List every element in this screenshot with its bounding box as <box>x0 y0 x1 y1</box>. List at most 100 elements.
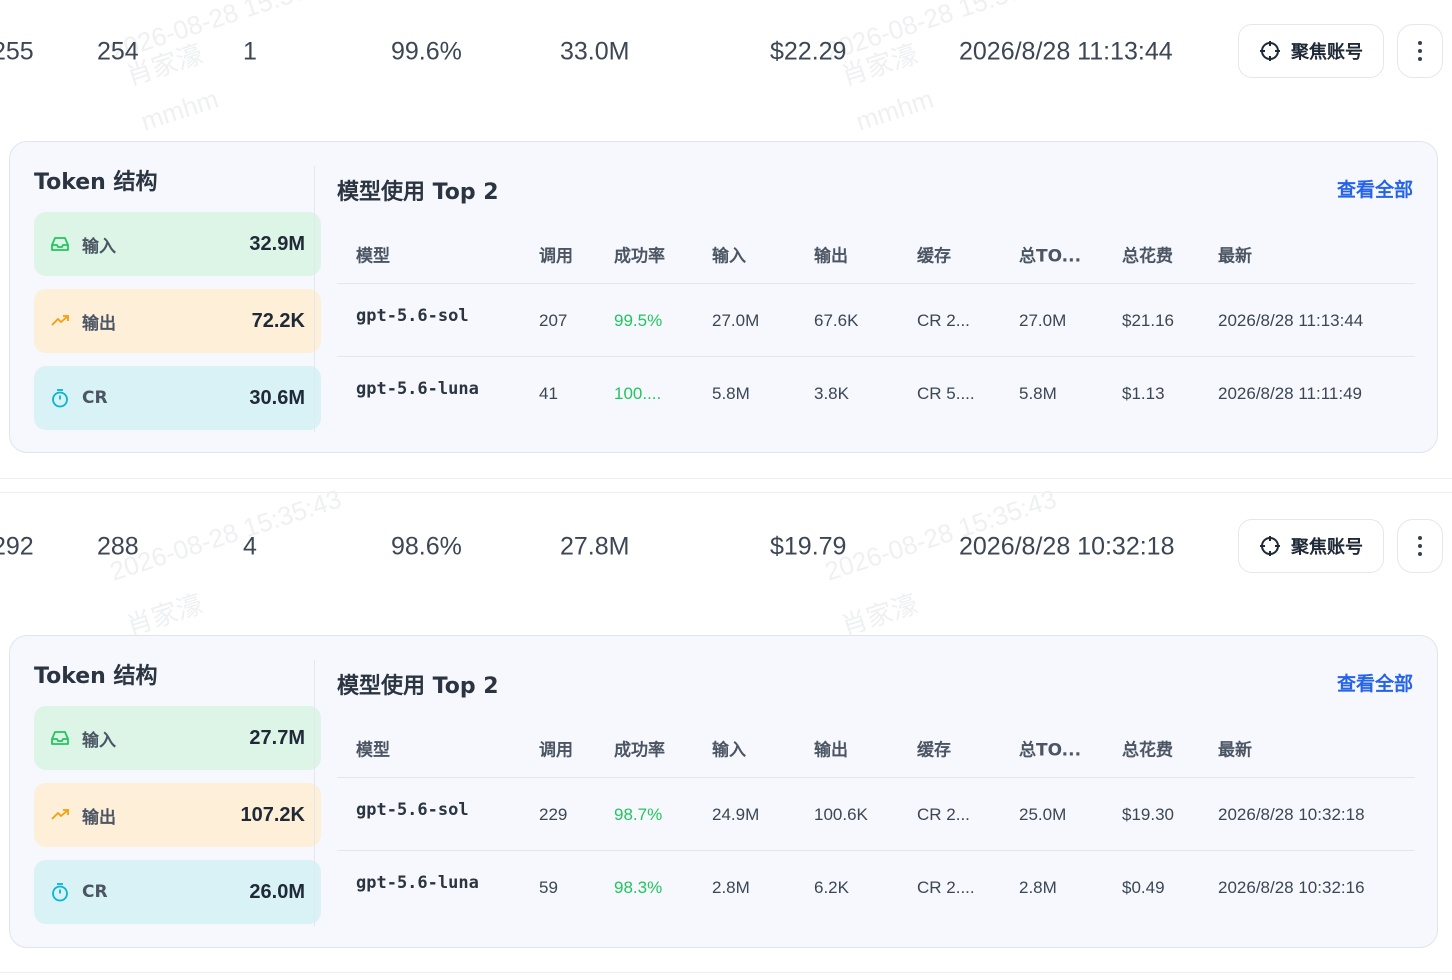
account-detail-panel: Token 结构 输入 32.9M 输出 72.2K CR 30.6M 模型使用… <box>9 141 1438 453</box>
focus-account-label: 聚焦账号 <box>1291 42 1363 63</box>
col-total-cost: 总花费 <box>1122 740 1173 760</box>
panel-divider <box>314 166 315 432</box>
view-all-link[interactable]: 查看全部 <box>1337 175 1413 202</box>
token-input-value: 32.9M <box>249 232 305 255</box>
model-name: gpt-5.6-luna <box>356 873 479 893</box>
col-success-rate: 成功率 <box>614 246 665 266</box>
model-name: gpt-5.6-sol <box>356 306 469 326</box>
model-success-rate: 99.5% <box>614 311 663 330</box>
model-calls: 207 <box>539 311 568 330</box>
failed-calls: 4 <box>243 532 257 561</box>
model-latest: 2026/8/28 10:32:16 <box>1218 878 1365 897</box>
timer-icon <box>50 388 70 408</box>
focus-account-button[interactable]: 聚焦账号 <box>1238 24 1384 78</box>
token-input-value: 27.7M <box>249 726 305 749</box>
col-cache: 缓存 <box>917 246 951 266</box>
model-top-title: 模型使用 Top 2 <box>337 674 499 699</box>
col-input: 输入 <box>712 246 746 266</box>
total-cost: $19.79 <box>770 532 847 561</box>
token-cr-label: CR <box>82 388 108 408</box>
row-divider <box>0 492 1452 493</box>
model-calls: 41 <box>539 384 558 403</box>
token-cr-card: CR 26.0M <box>34 860 321 924</box>
model-success-rate: 100.... <box>614 384 662 403</box>
more-vertical-icon <box>1418 41 1422 61</box>
model-cache: CR 2.... <box>917 878 975 897</box>
model-calls: 229 <box>539 805 568 824</box>
focus-account-label: 聚焦账号 <box>1291 537 1363 558</box>
timer-icon <box>50 882 70 902</box>
trending-up-icon <box>50 805 70 825</box>
col-total-tokens: 总TO... <box>1019 740 1082 760</box>
more-options-button[interactable] <box>1397 519 1443 573</box>
model-total-cost: $0.49 <box>1122 878 1165 897</box>
model-name: gpt-5.6-luna <box>356 379 479 399</box>
model-cache: CR 5.... <box>917 384 975 403</box>
view-all-link[interactable]: 查看全部 <box>1337 669 1413 696</box>
model-input: 5.8M <box>712 384 750 403</box>
col-input: 输入 <box>712 740 746 760</box>
account-summary-row[interactable]: 255 254 1 99.6% 33.0M $22.29 2026/8/28 1… <box>0 12 1452 92</box>
row-divider <box>0 972 1452 973</box>
col-latest: 最新 <box>1218 740 1252 760</box>
model-cache: CR 2... <box>917 805 970 824</box>
model-total-cost: $1.13 <box>1122 384 1165 403</box>
total-cost: $22.29 <box>770 37 847 66</box>
model-input: 2.8M <box>712 878 750 897</box>
model-latest: 2026/8/28 11:11:49 <box>1218 384 1363 403</box>
model-success-rate: 98.3% <box>614 878 663 897</box>
table-row[interactable]: gpt-5.6-sol 229 98.7% 24.9M 100.6K CR 2.… <box>337 778 1415 851</box>
col-latest: 最新 <box>1218 246 1252 266</box>
model-table-header: 模型 调用 成功率 输入 输出 缓存 总TO... 总花费 最新 <box>337 224 1415 284</box>
model-total-tokens: 2.8M <box>1019 878 1057 897</box>
table-row[interactable]: gpt-5.6-luna 41 100.... 5.8M 3.8K CR 5..… <box>337 357 1415 430</box>
col-model: 模型 <box>356 740 390 760</box>
row-divider <box>0 478 1452 479</box>
model-total-cost: $19.30 <box>1122 805 1174 824</box>
failed-calls: 1 <box>243 37 257 66</box>
account-detail-panel: Token 结构 输入 27.7M 输出 107.2K CR 26.0M 模型使… <box>9 635 1438 948</box>
table-row[interactable]: gpt-5.6-sol 207 99.5% 27.0M 67.6K CR 2..… <box>337 284 1415 357</box>
inbox-icon <box>50 728 70 748</box>
token-output-value: 72.2K <box>251 309 305 332</box>
success-calls: 288 <box>97 532 139 561</box>
more-options-button[interactable] <box>1397 24 1443 78</box>
focus-account-button[interactable]: 聚焦账号 <box>1238 519 1384 573</box>
model-input: 24.9M <box>712 805 760 824</box>
panel-divider <box>314 660 315 926</box>
model-output: 3.8K <box>814 384 849 403</box>
model-cache: CR 2... <box>917 311 970 330</box>
total-calls: 292 <box>0 532 34 561</box>
token-output-label: 输出 <box>82 807 116 828</box>
success-calls: 254 <box>97 37 139 66</box>
model-total-tokens: 5.8M <box>1019 384 1057 403</box>
token-input-card: 输入 32.9M <box>34 212 321 276</box>
table-row[interactable]: gpt-5.6-luna 59 98.3% 2.8M 6.2K CR 2....… <box>337 851 1415 924</box>
model-output: 67.6K <box>814 311 859 330</box>
token-cr-card: CR 30.6M <box>34 366 321 430</box>
model-output: 100.6K <box>814 805 868 824</box>
latest-time: 2026/8/28 11:13:44 <box>959 37 1173 66</box>
trending-up-icon <box>50 311 70 331</box>
token-structure-title: Token 结构 <box>34 170 158 195</box>
token-input-card: 输入 27.7M <box>34 706 321 770</box>
model-latest: 2026/8/28 10:32:18 <box>1218 805 1365 824</box>
token-cr-value: 30.6M <box>249 386 305 409</box>
token-output-card: 输出 72.2K <box>34 289 321 353</box>
total-tokens: 27.8M <box>560 532 630 561</box>
model-table-header: 模型 调用 成功率 输入 输出 缓存 总TO... 总花费 最新 <box>337 718 1415 778</box>
col-output: 输出 <box>814 740 848 760</box>
col-calls: 调用 <box>539 740 573 760</box>
total-tokens: 33.0M <box>560 37 630 66</box>
token-output-card: 输出 107.2K <box>34 783 321 847</box>
col-output: 输出 <box>814 246 848 266</box>
col-total-tokens: 总TO... <box>1019 246 1082 266</box>
token-cr-label: CR <box>82 882 108 902</box>
model-success-rate: 98.7% <box>614 805 663 824</box>
inbox-icon <box>50 234 70 254</box>
total-calls: 255 <box>0 37 34 66</box>
success-rate: 99.6% <box>391 37 462 66</box>
account-summary-row[interactable]: 292 288 4 98.6% 27.8M $19.79 2026/8/28 1… <box>0 507 1452 587</box>
crosshair-icon <box>1260 41 1280 61</box>
model-input: 27.0M <box>712 311 760 330</box>
